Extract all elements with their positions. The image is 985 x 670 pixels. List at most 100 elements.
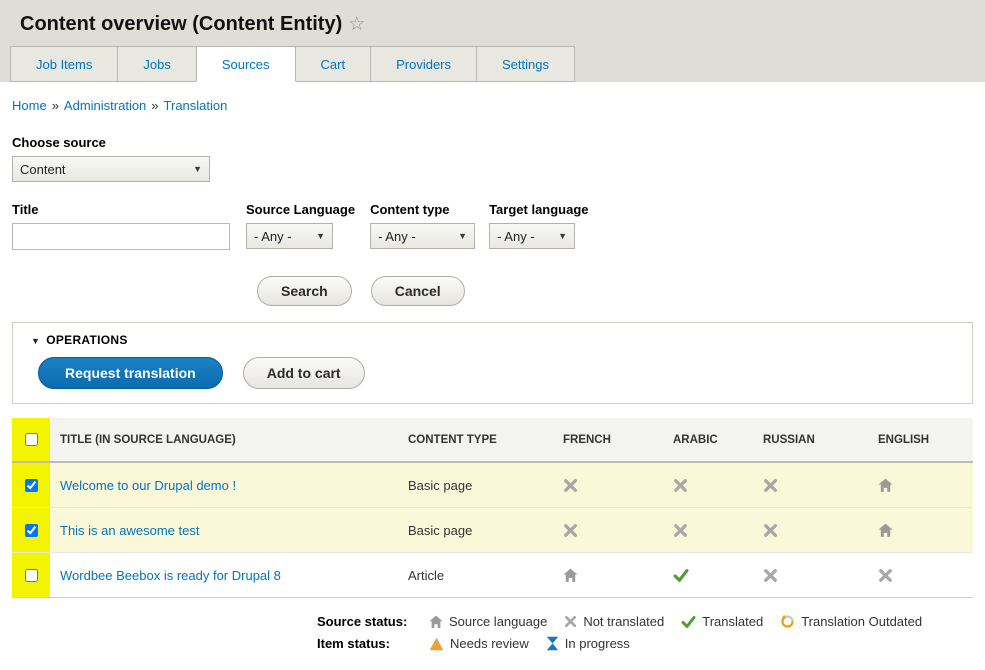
source-language-value: - Any - — [254, 229, 292, 244]
title-filter-input[interactable] — [12, 223, 230, 250]
tab-providers[interactable]: Providers — [370, 46, 477, 82]
column-header-arabic: ARABIC — [663, 418, 753, 462]
status-cell-russian — [753, 462, 868, 508]
breadcrumb-home-link[interactable]: Home — [12, 98, 47, 113]
legend-item-label: Not translated — [583, 614, 664, 629]
row-title-link[interactable]: Wordbee Beebox is ready for Drupal 8 — [60, 568, 281, 583]
item-status-label: Item status: — [317, 636, 412, 651]
column-header-title: TITLE (IN SOURCE LANGUAGE) — [50, 418, 398, 462]
content-type-select[interactable]: - Any - ▼ — [370, 223, 475, 249]
request-translation-button[interactable]: Request translation — [38, 357, 223, 389]
target-language-label: Target language — [489, 202, 588, 217]
operations-legend-toggle[interactable]: ▼ OPERATIONS — [31, 333, 128, 347]
page-header: Content overview (Content Entity) ☆ Job I… — [0, 0, 985, 82]
status-cell-arabic — [663, 508, 753, 553]
legend-item-translated: Translated — [681, 614, 763, 629]
tab-cart[interactable]: Cart — [295, 46, 372, 82]
legend-item-label: Translated — [702, 614, 763, 629]
warning-triangle-icon — [429, 637, 444, 651]
status-cell-arabic — [663, 462, 753, 508]
choose-source-label: Choose source — [12, 135, 973, 150]
select-all-checkbox[interactable] — [25, 433, 38, 446]
item-status-legend-row: Item status: Needs review In progress — [317, 636, 973, 651]
hourglass-icon — [546, 636, 559, 651]
title-filter-label: Title — [12, 202, 230, 217]
target-language-group: Target language - Any - ▼ — [489, 202, 588, 249]
status-cell-french — [553, 508, 663, 553]
row-title-link[interactable]: Welcome to our Drupal demo ! — [60, 478, 236, 493]
not-translated-icon — [563, 523, 578, 538]
status-cell-english — [868, 508, 973, 553]
status-cell-english — [868, 553, 973, 598]
search-button[interactable]: Search — [257, 276, 352, 306]
breadcrumb-translation-link[interactable]: Translation — [164, 98, 228, 113]
choose-source-select[interactable]: Content ▼ — [12, 156, 210, 182]
source-status-label: Source status: — [317, 614, 412, 629]
choose-source-value: Content — [20, 162, 66, 177]
outdated-icon — [780, 614, 795, 629]
page-title-text: Content overview (Content Entity) — [20, 13, 342, 35]
chevron-down-icon: ▼ — [558, 231, 567, 241]
breadcrumb-separator: » — [151, 98, 158, 113]
filter-actions: Search Cancel — [257, 276, 973, 306]
column-header-content-type: CONTENT TYPE — [398, 418, 553, 462]
not-translated-icon — [673, 478, 688, 493]
row-checkbox[interactable] — [25, 569, 38, 582]
status-cell-french — [553, 553, 663, 598]
target-language-select[interactable]: - Any - ▼ — [489, 223, 575, 249]
status-legend: Source status: Source language Not trans… — [317, 614, 973, 670]
source-language-home-icon — [878, 523, 893, 538]
collapse-arrow-icon: ▼ — [31, 336, 40, 346]
operations-fieldset: ▼ OPERATIONS Request translation Add to c… — [12, 322, 973, 404]
content-type-label: Content type — [370, 202, 475, 217]
row-checkbox[interactable] — [25, 479, 38, 492]
target-language-value: - Any - — [497, 229, 535, 244]
chevron-down-icon: ▼ — [458, 231, 467, 241]
page-title: Content overview (Content Entity) ☆ — [0, 0, 985, 46]
add-to-cart-button[interactable]: Add to cart — [243, 357, 365, 389]
status-cell-french — [553, 462, 663, 508]
tab-sources[interactable]: Sources — [196, 46, 296, 82]
row-content-type: Article — [398, 553, 553, 598]
cross-icon — [564, 615, 577, 628]
legend-item-needs-review: Needs review — [429, 636, 529, 651]
content-type-value: - Any - — [378, 229, 416, 244]
table-row: This is an awesome test Basic page — [12, 508, 973, 553]
breadcrumb-administration-link[interactable]: Administration — [64, 98, 146, 113]
column-header-french: FRENCH — [553, 418, 663, 462]
content-type-group: Content type - Any - ▼ — [370, 202, 475, 249]
cancel-button[interactable]: Cancel — [371, 276, 465, 306]
choose-source-group: Choose source Content ▼ — [12, 135, 973, 182]
tab-job-items[interactable]: Job Items — [10, 46, 118, 82]
not-translated-icon — [878, 568, 893, 583]
chevron-down-icon: ▼ — [316, 231, 325, 241]
row-checkbox-cell — [12, 508, 50, 553]
legend-item-label: In progress — [565, 636, 630, 651]
tab-jobs[interactable]: Jobs — [117, 46, 196, 82]
tab-settings[interactable]: Settings — [476, 46, 575, 82]
row-checkbox[interactable] — [25, 524, 38, 537]
row-title-link[interactable]: This is an awesome test — [60, 523, 199, 538]
operations-buttons: Request translation Add to cart — [31, 357, 954, 389]
breadcrumb-separator: » — [52, 98, 59, 113]
breadcrumb: Home » Administration » Translation — [12, 98, 973, 113]
operations-legend-text: OPERATIONS — [46, 333, 127, 347]
translated-check-icon — [673, 568, 689, 583]
source-status-legend-row: Source status: Source language Not trans… — [317, 614, 973, 629]
legend-item-label: Source language — [449, 614, 547, 629]
row-content-type: Basic page — [398, 508, 553, 553]
filters-row: Title Source Language - Any - ▼ Content … — [12, 202, 973, 250]
source-language-group: Source Language - Any - ▼ — [246, 202, 355, 249]
legend-item-label: Translation Outdated — [801, 614, 922, 629]
row-checkbox-cell — [12, 553, 50, 598]
source-language-home-icon — [878, 478, 893, 493]
favorite-star-icon[interactable]: ☆ — [348, 14, 365, 35]
not-translated-icon — [673, 523, 688, 538]
not-translated-icon — [563, 478, 578, 493]
not-translated-icon — [763, 568, 778, 583]
legend-item-in-progress: In progress — [546, 636, 630, 651]
source-language-label: Source Language — [246, 202, 355, 217]
table-row: Wordbee Beebox is ready for Drupal 8 Art… — [12, 553, 973, 598]
source-language-select[interactable]: - Any - ▼ — [246, 223, 333, 249]
select-all-cell — [12, 418, 50, 462]
